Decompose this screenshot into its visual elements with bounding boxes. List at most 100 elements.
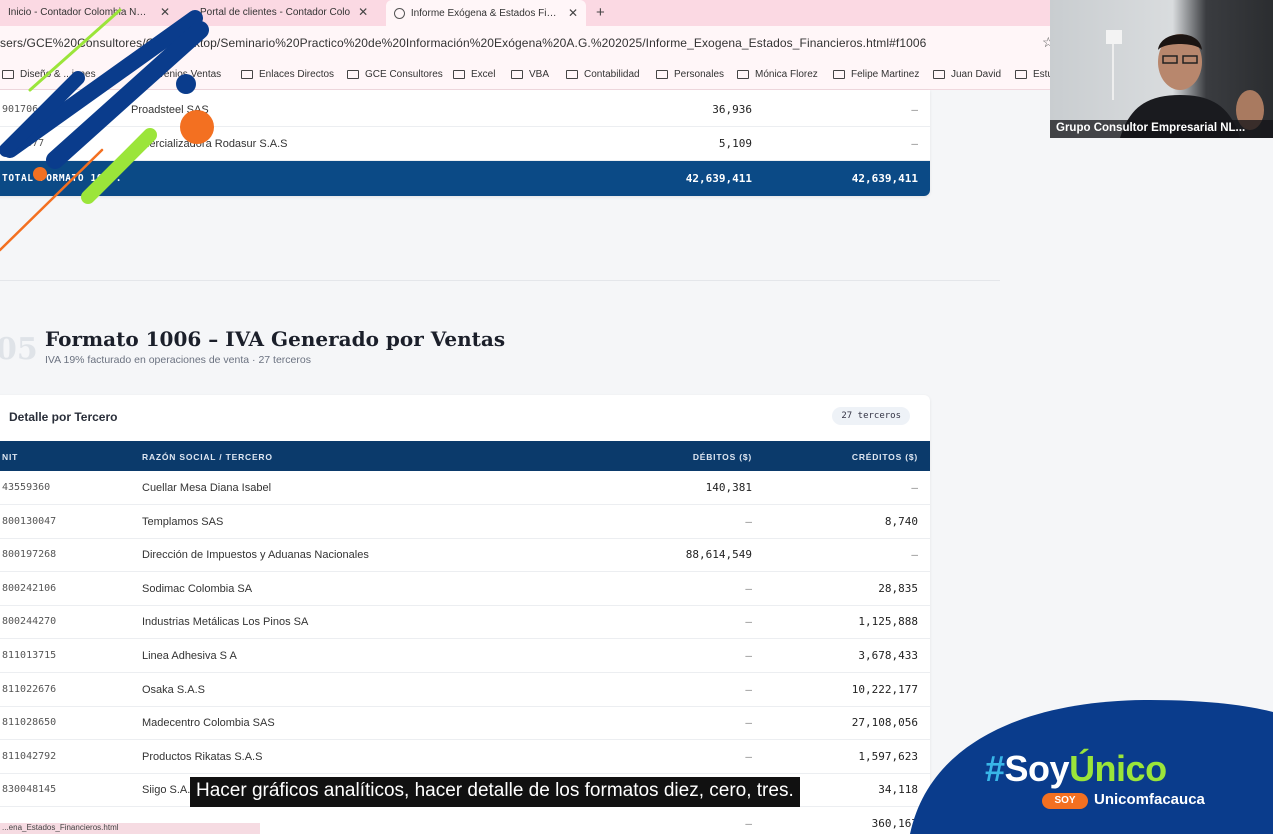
- cell-nit: 43559360: [2, 482, 51, 493]
- close-icon[interactable]: ✕: [358, 5, 368, 19]
- tab-informe-exogena[interactable]: Informe Exógena & Estados Finan ✕: [386, 0, 586, 26]
- cell-nit: 811042792: [2, 750, 57, 762]
- table-row: 901706... Proadsteel SAS 36,936 –: [0, 93, 930, 127]
- detail-card: Detalle por Tercero 27 terceros NIT RAZÓ…: [0, 395, 930, 834]
- bookmark-item[interactable]: Mónica Florez: [737, 69, 818, 80]
- video-subtitle: Hacer gráficos analíticos, hacer detalle…: [190, 777, 800, 807]
- table-row: 811028650 Madecentro Colombia SAS – 27,108,…: [0, 706, 930, 741]
- status-bar-url: ...ena_Estados_Financieros.html: [0, 823, 260, 834]
- cell-name: Templamos SAS: [142, 515, 224, 528]
- folder-icon: [737, 70, 749, 79]
- cell-debitos: –: [745, 649, 752, 662]
- folder-icon: [241, 70, 253, 79]
- folder-icon: [453, 70, 465, 79]
- cell-nit: 901706...: [2, 104, 57, 115]
- screen: Inicio - Contador Colombia Norte ✕ Porta…: [0, 0, 1273, 834]
- bookmark-item[interactable]: VBA: [511, 69, 549, 80]
- tab-label: Portal de clientes - Contador Colo: [200, 6, 351, 18]
- cell-debitos: –: [745, 749, 752, 763]
- cell-name: Osaka S.A.S: [142, 683, 205, 696]
- header-creditos[interactable]: CRÉDITOS ($): [852, 452, 918, 462]
- cell-nit: 800242106: [2, 582, 57, 594]
- bookmark-item[interactable]: Felipe Martinez: [833, 69, 919, 80]
- cell-creditos: –: [911, 548, 918, 562]
- folder-icon: [933, 70, 945, 79]
- cell-creditos: 1,125,888: [858, 615, 918, 629]
- table-row: ...8377 ...mercializadora Rodasur S.A.S …: [0, 127, 930, 161]
- folder-icon: [511, 70, 523, 79]
- folder-icon: [2, 70, 14, 79]
- table-row: 43559360 Cuellar Mesa Diana Isabel 140,381…: [0, 471, 930, 505]
- folder-icon: [833, 70, 845, 79]
- bookmark-item[interactable]: Juan David: [933, 69, 1001, 80]
- header-debitos[interactable]: DÉBITOS ($): [693, 452, 752, 462]
- previous-format-table: 901706... Proadsteel SAS 36,936 – ...837…: [0, 90, 930, 196]
- header-name[interactable]: RAZÓN SOCIAL / TERCERO: [142, 452, 273, 462]
- cell-nit: 811013715: [2, 650, 57, 661]
- brand-unico-word: Único: [1069, 748, 1167, 789]
- table-row: 800130047 Templamos SAS – 8,740: [0, 505, 930, 539]
- bookmark-item[interactable]: Contabilidad: [566, 69, 640, 80]
- cell-creditos: –: [911, 137, 918, 150]
- cell-debitos: 36,936: [712, 103, 752, 116]
- close-icon[interactable]: ✕: [568, 6, 578, 20]
- cell-nit: ...8377: [2, 138, 45, 149]
- lamp-shade: [1106, 30, 1122, 44]
- cell-creditos: 8,740: [884, 514, 918, 528]
- table-row: 811042792 Productos Rikatas S.A.S –1,597,6…: [0, 740, 930, 774]
- tab-portal-clientes[interactable]: Portal de clientes - Contador Colo ✕: [192, 0, 382, 24]
- folder-icon: [566, 70, 578, 79]
- section-divider: [0, 280, 1000, 281]
- bookmark-item[interactable]: GCE Consultores: [347, 69, 443, 80]
- cell-creditos: 27,108,056: [851, 716, 918, 730]
- table-row: 800197268 Dirección de Impuestos y Aduana…: [0, 538, 930, 573]
- tab-label: Informe Exógena & Estados Finan: [410, 7, 560, 19]
- table-row: 800244270 Industrias Metálicas Los Pinos …: [0, 605, 930, 640]
- cell-name: Productos Rikatas S.A.S: [142, 750, 263, 763]
- brand-soy-pill: SOY: [1042, 793, 1088, 809]
- cell-nit: 811028650: [2, 717, 57, 729]
- bookmark-item[interactable]: Estu: [1015, 69, 1053, 80]
- count-badge: 27 terceros: [832, 407, 910, 425]
- globe-icon: [394, 7, 405, 19]
- cell-debitos: –: [745, 581, 752, 595]
- webcam-caption: Grupo Consultor Empresarial NL...: [1050, 120, 1273, 138]
- section-number: 05: [0, 332, 38, 367]
- brand-subtitle: Unicomfacauca: [1094, 791, 1205, 808]
- table-row: 811013715 Linea Adhesiva S A – 3,678,433: [0, 639, 930, 673]
- folder-icon: [656, 70, 668, 79]
- header-nit[interactable]: NIT: [2, 452, 18, 462]
- bookmark-item[interactable]: Excel: [453, 69, 495, 80]
- cell-debitos: –: [745, 817, 752, 830]
- cell-name: Linea Adhesiva S A: [142, 650, 237, 662]
- cell-nit: 800197268: [2, 549, 57, 561]
- folder-icon: [347, 70, 359, 79]
- brand-hashtag: #SoyÚnico: [985, 748, 1167, 790]
- cell-creditos: –: [911, 103, 918, 116]
- bookmark-item[interactable]: Enlaces Directos: [241, 69, 334, 80]
- cell-debitos: 140,381: [705, 481, 752, 494]
- total-row: TOTAL FORMATO 10... 42,639,411 42,639,41…: [0, 161, 930, 196]
- bookmark-item[interactable]: Personales: [656, 69, 724, 80]
- cell-nit: 800130047: [2, 515, 57, 527]
- table-header: NIT RAZÓN SOCIAL / TERCERO DÉBITOS ($) C…: [0, 441, 930, 471]
- folder-icon: [1015, 70, 1027, 79]
- close-icon[interactable]: ✕: [160, 5, 170, 19]
- tab-inicio[interactable]: Inicio - Contador Colombia Norte ✕: [0, 0, 178, 24]
- webcam-overlay: Grupo Consultor Empresarial NL...: [1050, 0, 1273, 138]
- cell-name: Cuellar Mesa Diana Isabel: [142, 482, 272, 494]
- new-tab-button[interactable]: +: [596, 4, 605, 21]
- brand-soy-word: Soy: [1004, 748, 1070, 789]
- bookmark-item[interactable]: ...nvenios Ventas: [145, 69, 221, 80]
- cell-name: Proadsteel SAS: [131, 104, 209, 116]
- cell-debitos: –: [745, 716, 752, 730]
- cell-nit: 811022676: [2, 683, 57, 695]
- table-row: 800242106 Sodimac Colombia SA – 28,835: [0, 572, 930, 606]
- section-subtitle: IVA 19% facturado en operaciones de vent…: [45, 354, 311, 366]
- url-field[interactable]: sers/GCE%20Consultores/Op...Desktop/Semi…: [0, 36, 926, 50]
- cell-name: Industrias Metálicas Los Pinos SA: [142, 616, 309, 629]
- cell-creditos: –: [911, 481, 918, 494]
- bookmark-item[interactable]: Diseño & ...iones: [2, 69, 96, 80]
- cell-debitos: –: [745, 615, 752, 629]
- cell-nit: 800244270: [2, 616, 57, 628]
